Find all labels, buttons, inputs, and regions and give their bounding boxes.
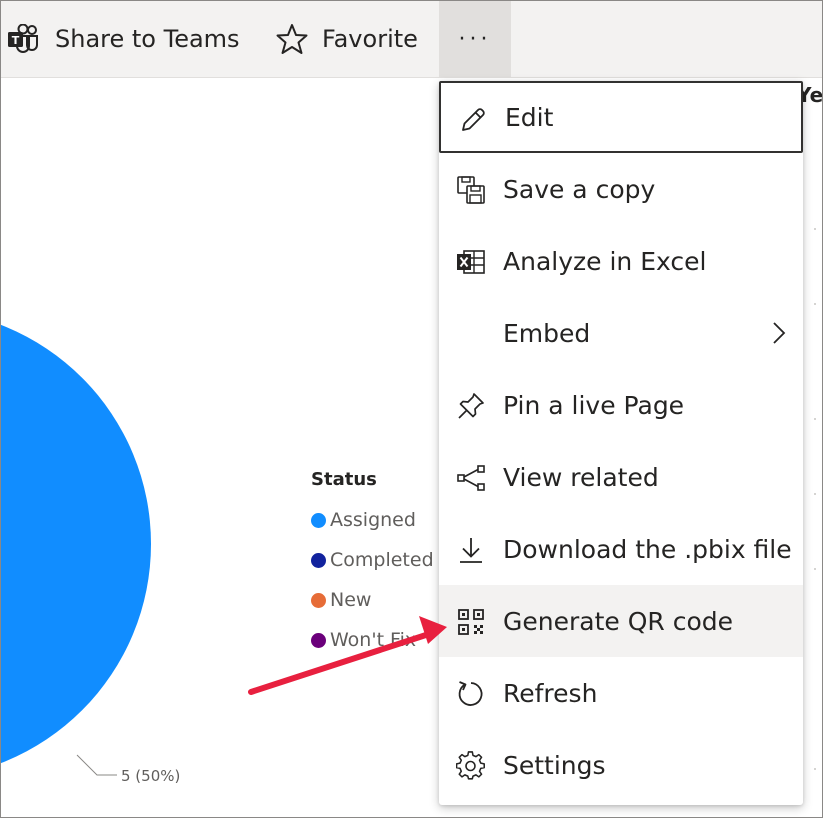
menu-item-label: Download the .pbix file [503,534,792,564]
teams-icon: T [7,24,41,54]
save-copy-icon [456,175,486,205]
legend-dot-icon [311,592,326,608]
chart-legend: Status Assigned Completed New Won't Fix [311,469,434,660]
pie-slice-assigned[interactable] [1,309,151,779]
share-to-teams-button[interactable]: T Share to Teams [7,1,240,77]
menu-item-label: Generate QR code [503,606,733,636]
legend-item-completed[interactable]: Completed [311,540,434,580]
legend-item-label: New [330,589,372,611]
menu-item-label: Save a copy [503,174,656,204]
more-options-menu: Edit Save a copy Analyze in Excel Embed … [439,81,803,805]
pencil-icon [458,105,488,135]
legend-item-new[interactable]: New [311,580,434,620]
excel-icon [456,247,486,277]
legend-dot-icon [311,552,326,568]
share-to-teams-label: Share to Teams [55,25,240,53]
menu-item-label: Analyze in Excel [503,246,707,276]
menu-item-analyze-in-excel[interactable]: Analyze in Excel [439,225,803,297]
legend-item-label: Completed [330,549,434,571]
menu-item-refresh[interactable]: Refresh [439,657,803,729]
menu-item-generate-qr-code[interactable]: Generate QR code [439,585,803,657]
menu-item-embed[interactable]: Embed [439,297,803,369]
legend-title: Status [311,469,377,490]
download-icon [456,535,486,565]
pin-icon [456,391,486,421]
qr-code-icon [456,607,486,637]
chevron-right-icon [769,319,789,351]
legend-dot-icon [311,632,326,648]
svg-text:T: T [12,34,20,47]
favorite-button[interactable]: Favorite [276,1,418,77]
menu-item-pin-a-live-page[interactable]: Pin a live Page [439,369,803,441]
gridline-dots [814,228,816,770]
menu-item-label: View related [503,462,659,492]
more-options-label: ··· [458,26,492,52]
legend-item-label: Assigned [330,509,416,531]
menu-item-download-pbix[interactable]: Download the .pbix file [439,513,803,585]
menu-item-label: Embed [503,318,591,348]
legend-item-wont-fix[interactable]: Won't Fix [311,620,434,660]
legend-item-assigned[interactable]: Assigned [311,500,434,540]
menu-item-view-related[interactable]: View related [439,441,803,513]
menu-item-label: Edit [505,102,554,132]
menu-item-settings[interactable]: Settings [439,729,803,801]
star-icon [276,23,308,55]
menu-item-save-a-copy[interactable]: Save a copy [439,153,803,225]
menu-item-label: Refresh [503,678,598,708]
share-nodes-icon [456,463,486,493]
app-frame: T Share to Teams Favorite ··· Ye 5 (50%)… [0,0,823,818]
toolbar: T Share to Teams Favorite ··· [1,1,822,78]
menu-item-label: Pin a live Page [503,390,685,420]
legend-dot-icon [311,512,326,528]
refresh-icon [456,679,486,709]
more-options-button[interactable]: ··· [439,1,511,77]
menu-item-label: Settings [503,750,606,780]
favorite-label: Favorite [322,25,418,53]
gear-icon [456,751,486,781]
legend-item-label: Won't Fix [330,629,417,651]
menu-item-edit[interactable]: Edit [439,81,803,153]
pie-data-label: 5 (50%) [121,767,181,785]
